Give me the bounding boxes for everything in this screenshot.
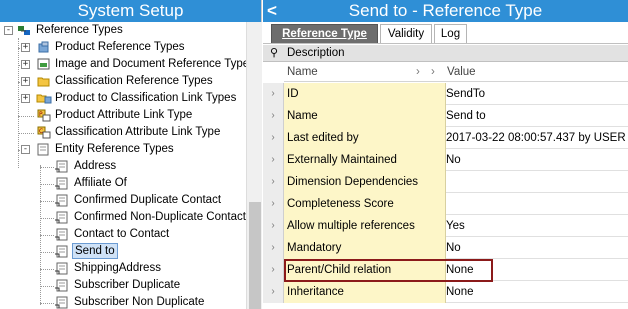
svg-text:C: C [39, 128, 43, 135]
tree-item-confirmed-non-duplicate-contact[interactable]: Confirmed Non-Duplicate Contact [0, 209, 246, 226]
editor-title-bar: < Send to - Reference Type [263, 0, 628, 22]
row-chevron-icon[interactable]: › [263, 215, 284, 237]
tab-log[interactable]: Log [434, 24, 467, 43]
tree-item-send-to[interactable]: Send to [0, 243, 246, 260]
highlight-box [284, 259, 493, 282]
link-icon [36, 92, 52, 105]
selected-tree-label: Send to [72, 243, 118, 259]
tree-item-subscriber-non-duplicate[interactable]: Subscriber Non Duplicate [0, 294, 246, 309]
property-row[interactable]: › Name Send to [263, 105, 628, 127]
row-chevron-icon[interactable]: › [263, 83, 284, 105]
image-document-icon [37, 58, 51, 71]
tree-item-classification-attribute-link-type[interactable]: C Classification Attribute Link Type [0, 124, 246, 141]
classification-icon [37, 75, 51, 88]
reference-types-icon [17, 24, 31, 37]
property-row[interactable]: › Allow multiple references Yes [263, 215, 628, 237]
tree-item-classification-reference-types[interactable]: + Classification Reference Types [0, 73, 246, 90]
tree-item-product-classification-link-types[interactable]: + Product to Classification Link Types [0, 90, 246, 107]
chevron-right-icon[interactable]: › [416, 63, 420, 82]
tree-item-reference-types[interactable]: - Reference Types [0, 22, 246, 39]
row-chevron-icon[interactable]: › [263, 237, 284, 259]
row-chevron-icon[interactable]: › [263, 105, 284, 127]
reference-type-editor: < Send to - Reference Type Reference Typ… [263, 0, 628, 309]
column-header-name[interactable]: Name [287, 63, 318, 82]
editor-tabs: Reference Type Validity Log [263, 22, 628, 44]
tree-item-address[interactable]: Address [0, 158, 246, 175]
folder-icon [37, 143, 51, 156]
setup-tree: - Reference Types + Product Reference Ty… [0, 22, 246, 309]
entity-ref-icon [55, 211, 69, 224]
editor-title: Send to - Reference Type [348, 1, 543, 20]
tree-item-subscriber-duplicate[interactable]: Subscriber Duplicate [0, 277, 246, 294]
tree-item-affiliate-of[interactable]: Affiliate Of [0, 175, 246, 192]
property-row[interactable]: › Dimension Dependencies [263, 171, 628, 193]
row-chevron-icon[interactable]: › [263, 127, 284, 149]
expand-icon[interactable]: + [21, 77, 30, 86]
system-setup-title: System Setup [0, 0, 261, 22]
entity-ref-icon [55, 245, 69, 258]
tree-scrollbar-thumb[interactable] [249, 202, 261, 309]
column-header-value[interactable]: Value [447, 63, 476, 82]
row-chevron-icon[interactable]: › [263, 171, 284, 193]
description-section-header[interactable]: ⚲ Description [263, 45, 628, 62]
property-row[interactable]: › Last edited by 2017-03-22 08:00:57.437 b… [263, 127, 628, 149]
entity-ref-icon [55, 296, 69, 309]
collapse-icon[interactable]: - [4, 26, 13, 35]
row-chevron-icon[interactable]: › [263, 281, 284, 303]
tab-validity[interactable]: Validity [380, 24, 432, 43]
property-row[interactable]: › Externally Maintained No [263, 149, 628, 171]
entity-ref-icon [55, 160, 69, 173]
attribute-link-icon: P [37, 109, 51, 122]
entity-ref-icon [55, 177, 69, 190]
property-row[interactable]: › Inheritance None [263, 281, 628, 303]
product-icon [37, 41, 51, 54]
expand-icon[interactable]: + [21, 94, 30, 103]
expand-icon[interactable]: + [21, 60, 30, 69]
tree-item-entity-reference-types[interactable]: - Entity Reference Types [0, 141, 246, 158]
expand-icon[interactable]: + [21, 43, 30, 52]
tree-item-confirmed-duplicate-contact[interactable]: Confirmed Duplicate Contact [0, 192, 246, 209]
tree-item-shipping-address[interactable]: ShippingAddress [0, 260, 246, 277]
entity-ref-icon [55, 194, 69, 207]
entity-ref-icon [55, 262, 69, 275]
property-row[interactable]: › ID SendTo [263, 83, 628, 105]
tree-item-image-document-reference-types[interactable]: + Image and Document Reference Types [0, 56, 246, 73]
row-chevron-icon[interactable]: › [263, 193, 284, 215]
row-chevron-icon[interactable]: › [263, 149, 284, 171]
tree-item-product-attribute-link-type[interactable]: P Product Attribute Link Type [0, 107, 246, 124]
attribute-link-icon: C [37, 126, 51, 139]
tree-item-contact-to-contact[interactable]: Contact to Contact [0, 226, 246, 243]
chevron-right-icon[interactable]: › [431, 63, 435, 82]
pin-icon[interactable]: ⚲ [270, 46, 278, 59]
tree-scrollbar[interactable] [246, 22, 262, 309]
system-setup-panel: System Setup - Reference Types + Product… [0, 0, 262, 309]
tree-item-product-reference-types[interactable]: + Product Reference Types [0, 39, 246, 56]
row-chevron-icon[interactable]: › [263, 259, 284, 281]
collapse-icon[interactable]: - [21, 145, 30, 154]
property-row[interactable]: › Completeness Score [263, 193, 628, 215]
tab-reference-type[interactable]: Reference Type [271, 24, 378, 43]
svg-text:P: P [39, 111, 43, 118]
grid-column-header: Name › › Value [263, 63, 628, 82]
entity-ref-icon [55, 228, 69, 241]
entity-ref-icon [55, 279, 69, 292]
property-row[interactable]: › Mandatory No [263, 237, 628, 259]
